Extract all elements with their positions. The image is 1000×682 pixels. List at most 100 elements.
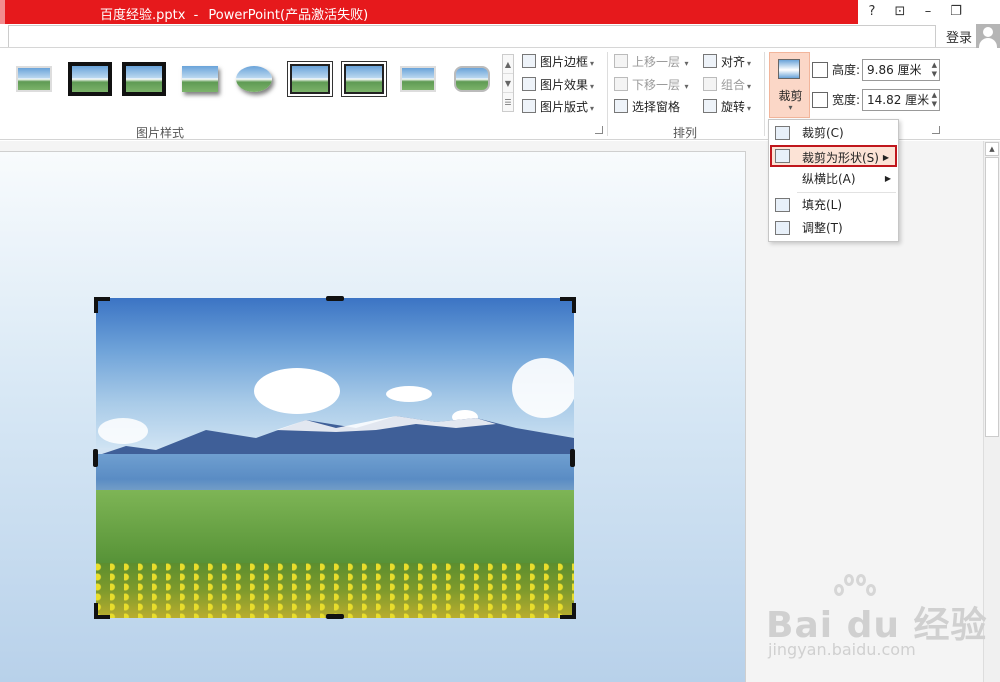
chevron-down-icon: ▾: [590, 59, 595, 68]
baidu-jingyan-watermark: Bai du 经验 jingyan.baidu.com: [766, 574, 987, 664]
gallery-more-icon[interactable]: ☰: [503, 93, 513, 112]
style-preview-icon: [236, 66, 272, 92]
photo-cloud: [386, 386, 432, 402]
send-backward-label: 下移一层: [632, 78, 681, 92]
style-thumb-drop-shadow[interactable]: [178, 62, 222, 100]
group-label: 组合: [721, 78, 746, 92]
spin-up-down-icon[interactable]: ▲ ▼: [932, 91, 937, 109]
bring-forward-icon: [614, 54, 628, 68]
picture-styles-gallery: [10, 54, 500, 112]
spin-up-down-icon[interactable]: ▲ ▼: [932, 61, 937, 79]
menu-item-crop[interactable]: 裁剪(C): [770, 122, 897, 144]
arrange-group-label: 排列: [673, 126, 698, 140]
chevron-down-icon: ▾: [747, 104, 752, 113]
chevron-down-icon: ▾: [747, 82, 752, 91]
style-thumb-black-matte[interactable]: [122, 62, 166, 100]
align-label: 对齐: [721, 55, 746, 69]
gallery-scroll[interactable]: ▲ ▼ ☰: [502, 54, 514, 112]
scroll-up-icon[interactable]: ▲: [985, 142, 999, 156]
menu-item-fit[interactable]: 调整(T): [770, 217, 897, 239]
style-preview-icon: [68, 62, 112, 96]
send-backward-button[interactable]: 下移一层 ▾: [614, 75, 689, 95]
crop-handle-bottom-left[interactable]: [94, 603, 110, 619]
picture-effects-button[interactable]: 图片效果 ▾: [522, 75, 594, 95]
style-thumb-oval[interactable]: [232, 62, 276, 100]
chevron-down-icon: ▾: [590, 82, 595, 91]
picture-border-button[interactable]: 图片边框 ▾: [522, 52, 594, 72]
style-thumb-thick-black-frame[interactable]: [68, 62, 112, 100]
group-objects-button[interactable]: 组合 ▾: [703, 75, 751, 95]
picture-layout-icon: [522, 99, 536, 113]
height-spinner[interactable]: 9.86 厘米 ▲ ▼: [862, 59, 940, 81]
app-icon[interactable]: [0, 0, 5, 24]
app-name: PowerPoint(产品激活失败): [208, 8, 369, 23]
rotate-button[interactable]: 旋转 ▾: [703, 97, 751, 117]
bring-forward-button[interactable]: 上移一层 ▾: [614, 52, 689, 72]
crop-to-shape-icon: [775, 149, 790, 163]
selection-pane-button[interactable]: 选择窗格: [614, 97, 680, 117]
picture-effects-icon: [522, 77, 536, 91]
picture-styles-group-label: 图片样式: [136, 126, 185, 140]
style-thumb-soft-edge[interactable]: [396, 62, 440, 100]
width-icon: [812, 92, 828, 108]
style-thumb-double-frame[interactable]: [288, 62, 332, 100]
crop-handle-top[interactable]: [326, 296, 344, 301]
ribbon-display-options-button[interactable]: ⊡: [890, 2, 910, 22]
crop-icon: [778, 59, 800, 79]
crop-button[interactable]: 裁剪 ▾: [769, 52, 810, 118]
watermark-url: jingyan.baidu.com: [768, 640, 916, 659]
chevron-down-icon: ▾: [590, 104, 595, 113]
help-button[interactable]: ?: [862, 2, 882, 22]
picture-layout-button[interactable]: 图片版式 ▾: [522, 97, 594, 117]
chevron-down-icon[interactable]: ▾: [770, 103, 811, 112]
submenu-arrow-icon: ▶: [882, 153, 889, 162]
chevron-down-icon: ▾: [682, 82, 689, 91]
width-row: 宽度: 14.82 厘米 ▲ ▼: [812, 89, 942, 111]
crop-icon: [775, 126, 790, 140]
crop-label: 裁剪: [778, 89, 803, 103]
fit-icon: [775, 221, 790, 235]
restore-button[interactable]: ❐: [946, 2, 966, 22]
minimize-button[interactable]: –: [918, 2, 938, 22]
fill-icon: [775, 198, 790, 212]
gallery-up-icon[interactable]: ▲: [503, 55, 513, 74]
crop-dropdown-menu: 裁剪(C) 裁剪为形状(S) ▶ 纵横比(A) ▶ 填充(L) 调整(T): [768, 119, 899, 242]
bring-forward-label: 上移一层: [632, 55, 681, 69]
avatar-head-icon: [983, 27, 993, 37]
style-thumb-thin-frame[interactable]: [342, 62, 386, 100]
crop-handle-right[interactable]: [570, 449, 575, 467]
style-thumb-rounded[interactable]: [450, 62, 494, 100]
group-divider: [607, 52, 608, 136]
style-preview-icon: [182, 66, 218, 92]
width-value[interactable]: 14.82 厘米: [867, 93, 929, 107]
crop-handle-left[interactable]: [93, 449, 98, 467]
height-label: 高度:: [832, 63, 861, 77]
login-link[interactable]: 登录: [946, 27, 972, 46]
avatar[interactable]: [976, 24, 1000, 48]
picture-styles-dialog-launcher[interactable]: [595, 126, 603, 134]
scrollbar-thumb[interactable]: [985, 157, 999, 437]
window-title: 百度经验.pptx - PowerPoint(产品激活失败): [100, 4, 368, 23]
submenu-arrow-icon: ▶: [884, 174, 891, 183]
crop-handle-bottom[interactable]: [326, 614, 344, 619]
menu-item-crop-to-shape[interactable]: 裁剪为形状(S) ▶: [770, 145, 897, 167]
crop-handle-bottom-right[interactable]: [560, 603, 576, 619]
width-spinner[interactable]: 14.82 厘米 ▲ ▼: [862, 89, 940, 111]
crop-handle-top-right[interactable]: [560, 297, 576, 313]
landscape-photo[interactable]: [96, 298, 574, 618]
menu-item-label: 裁剪为形状(S): [802, 151, 879, 165]
size-dialog-launcher[interactable]: [932, 126, 940, 134]
menu-item-fill[interactable]: 填充(L): [770, 194, 897, 216]
align-icon: [703, 54, 717, 68]
align-button[interactable]: 对齐 ▾: [703, 52, 751, 72]
gallery-down-icon[interactable]: ▼: [503, 74, 513, 93]
picture-effects-label: 图片效果: [540, 78, 589, 92]
style-thumb-simple[interactable]: [12, 62, 56, 100]
height-value[interactable]: 9.86 厘米: [867, 63, 922, 77]
picture-border-label: 图片边框: [540, 55, 589, 69]
crop-handle-top-left[interactable]: [94, 297, 110, 313]
menu-item-label: 调整(T): [802, 221, 843, 235]
menu-item-aspect-ratio[interactable]: 纵横比(A) ▶: [770, 168, 897, 190]
menu-item-label: 裁剪(C): [802, 126, 844, 140]
rotate-label: 旋转: [721, 100, 746, 114]
